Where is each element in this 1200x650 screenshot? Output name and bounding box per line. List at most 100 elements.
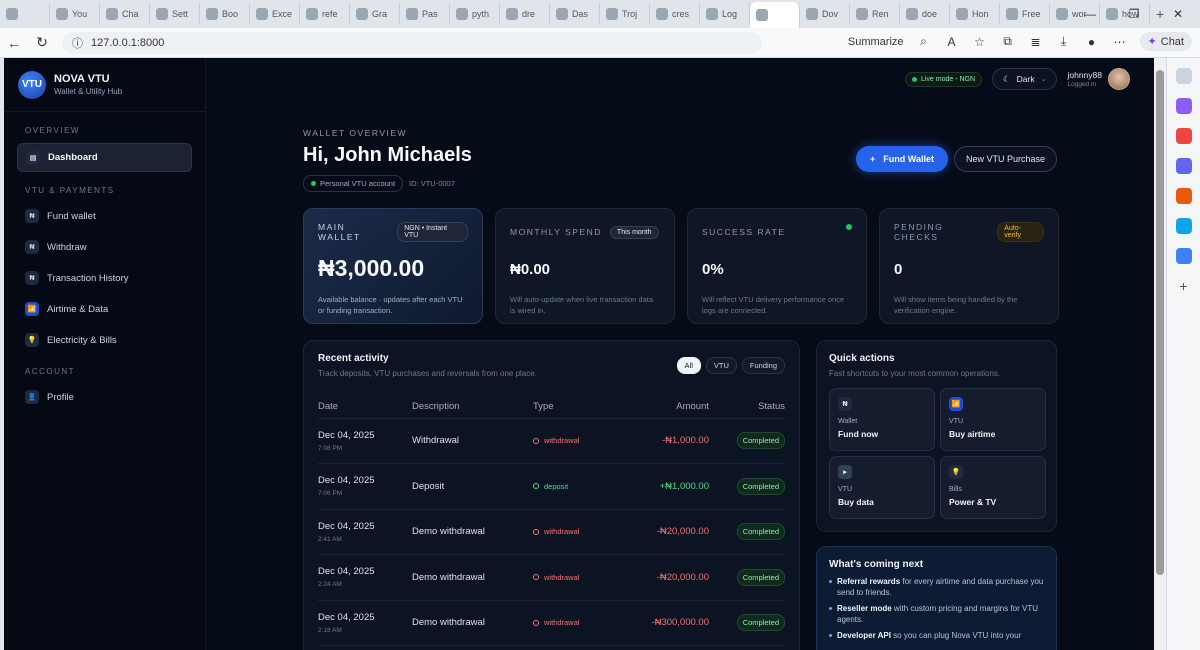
refresh-icon[interactable]: ↻ (28, 34, 56, 51)
cell-amount: -₦20,000.00 (603, 509, 709, 555)
table-row[interactable]: Dec 04, 2025 2:24 AM Demo withdrawal withdr… (318, 554, 785, 601)
stat-label: MAIN WALLET (318, 222, 361, 242)
list-item-bold: Referral rewards (837, 577, 901, 586)
browser-tab[interactable]: cres (650, 3, 700, 25)
sidebar-item-transaction-history[interactable]: ₦ Transaction History (17, 265, 192, 291)
browser-tab[interactable]: Cha (100, 3, 150, 25)
browser-tab[interactable]: Hon (950, 3, 1000, 25)
minimize-icon[interactable]: — (1068, 0, 1112, 28)
add-icon[interactable]: + (1176, 278, 1192, 294)
tab-label: pyth (472, 9, 490, 19)
send-icon[interactable] (1175, 248, 1192, 264)
more-icon[interactable]: ⋯ (1112, 35, 1128, 49)
browser-tab[interactable]: You (50, 3, 100, 25)
table-row[interactable]: Dec 04, 2025 7:06 PM Deposit deposit +₦1,000… (318, 463, 785, 510)
back-icon[interactable]: ← (0, 35, 28, 51)
tab-favicon-icon (1006, 8, 1018, 20)
browser-tab[interactable]: Dov (800, 3, 850, 25)
browser-tab[interactable]: Exce (250, 3, 300, 25)
fund-wallet-button[interactable]: + Fund Wallet (856, 146, 948, 172)
bullet (829, 580, 832, 583)
window-controls: — ❐ ✕ (1068, 0, 1200, 28)
shopping-icon[interactable] (1175, 98, 1192, 114)
url-field[interactable]: ⓘ 127.0.0.1:8000 (62, 31, 762, 54)
cell-description: Demo withdrawal (412, 554, 533, 601)
games-icon[interactable] (1175, 158, 1192, 174)
sidebar-item-airtime-data[interactable]: 📶 Airtime & Data (17, 296, 192, 322)
browser-tab[interactable]: Troj (600, 3, 650, 25)
scrollbar-thumb[interactable] (1156, 70, 1164, 575)
page-scrollbar[interactable] (1154, 58, 1166, 650)
browser-tab[interactable]: refe (300, 3, 350, 25)
collections-icon[interactable]: ≣ (1028, 35, 1044, 49)
browser-tab[interactable]: doe (900, 3, 950, 25)
url-text: 127.0.0.1:8000 (91, 36, 165, 49)
browser-tab[interactable]: dre (500, 3, 550, 25)
tab-favicon-icon (356, 8, 368, 20)
quick-action-power-tv[interactable]: 💡 Bills Power & TV (940, 456, 1046, 519)
quick-action-fund-now[interactable]: ₦ Wallet Fund now (829, 388, 935, 451)
zoom-icon[interactable]: ⌕ (916, 34, 932, 49)
theme-toggle[interactable]: ☾ Dark ⌄ (992, 68, 1058, 90)
browser-tab[interactable]: Ren (850, 3, 900, 25)
browser-tab[interactable]: Sett (150, 3, 200, 25)
browser-tab[interactable]: pyth (450, 3, 500, 25)
filter-funding[interactable]: Funding (741, 357, 785, 374)
sidebar: VTU NOVA VTU Wallet & Utility Hub OVERVI… (4, 58, 206, 650)
browser-tab[interactable]: Das (550, 3, 600, 25)
table-row[interactable]: Dec 04, 2025 2:41 AM Demo withdrawal withdr… (318, 509, 785, 555)
plus-icon: + (870, 154, 876, 164)
browser-tab[interactable]: Free (1000, 3, 1050, 25)
browser-menu-button[interactable] (0, 3, 50, 25)
profile-icon[interactable]: ● (1084, 35, 1100, 49)
sidebar-item-profile[interactable]: 👤 Profile (17, 384, 192, 410)
quick-action-buy-airtime[interactable]: 📶 VTU Buy airtime (940, 388, 1046, 451)
tab-label: Pas (422, 9, 438, 19)
row-date: Dec 04, 2025 (318, 566, 375, 578)
type-dot-icon (533, 619, 539, 626)
read-aloud-icon[interactable]: A (944, 35, 960, 49)
cell-description: Demo withdrawal (412, 600, 533, 646)
browser-tab[interactable]: Log (700, 3, 750, 25)
table-row[interactable]: Dec 04, 2025 7:08 PM Withdrawal withdrawal -… (318, 418, 785, 464)
cell-description: Withdrawal (412, 418, 533, 464)
search-icon[interactable] (1175, 68, 1192, 84)
browser-tab[interactable]: Pas (400, 3, 450, 25)
favorite-star-icon[interactable]: ☆ (972, 35, 988, 49)
browser-tab-bar: You Cha Sett Boo Exce refe Gra Pas pyth dre Das Tro… (0, 0, 1200, 28)
tools-icon[interactable] (1175, 128, 1192, 144)
tab-favicon-icon (256, 8, 268, 20)
filter-all[interactable]: All (676, 357, 701, 374)
restore-icon[interactable]: ❐ (1112, 0, 1156, 28)
download-icon[interactable]: ⤓ (1056, 34, 1072, 49)
activity-table: Date Description Type Amount Status Dec … (318, 396, 785, 646)
table-row[interactable]: Dec 04, 2025 2:18 AM Demo withdrawal withdr… (318, 600, 785, 646)
cell-type: withdrawal (533, 509, 603, 555)
bulb-icon: 💡 (25, 333, 39, 347)
cell-type: withdrawal (533, 600, 603, 646)
quick-action-buy-data[interactable]: ▸ VTU Buy data (829, 456, 935, 519)
naira-icon: ₦ (25, 240, 39, 254)
browser-tab[interactable]: Boo (200, 3, 250, 25)
tab-favicon-icon (756, 9, 768, 21)
close-icon[interactable]: ✕ (1156, 0, 1200, 28)
user-menu[interactable]: johnny88 Logged in (1067, 68, 1130, 90)
filter-vtu[interactable]: VTU (705, 357, 737, 374)
avatar[interactable] (1108, 68, 1130, 90)
office-icon[interactable] (1175, 188, 1192, 204)
sidebar-item-electricity-bills[interactable]: 💡 Electricity & Bills (17, 327, 192, 353)
new-vtu-purchase-button[interactable]: New VTU Purchase (953, 146, 1057, 172)
address-bar: ← ↻ ⓘ 127.0.0.1:8000 Summarize ⌕ A ☆ ⧉ ≣… (0, 28, 1200, 58)
extensions-icon[interactable]: ⧉ (1000, 34, 1016, 49)
copilot-chat-button[interactable]: ✦ Chat (1139, 32, 1192, 51)
live-mode-text: Live mode - NGN (920, 75, 976, 83)
browser-tab[interactable] (750, 2, 800, 28)
account-type-text: Personal VTU account (320, 179, 396, 188)
summarize-button[interactable]: Summarize (848, 36, 904, 48)
sidebar-item-fund-wallet[interactable]: ₦ Fund wallet (17, 203, 192, 229)
sidebar-item-dashboard[interactable]: ▤ Dashboard (17, 143, 192, 172)
sidebar-item-withdraw[interactable]: ₦ Withdraw (17, 234, 192, 260)
outlook-icon[interactable] (1175, 218, 1192, 234)
browser-tab[interactable]: Gra (350, 3, 400, 25)
row-time: 2:18 AM (318, 626, 342, 634)
